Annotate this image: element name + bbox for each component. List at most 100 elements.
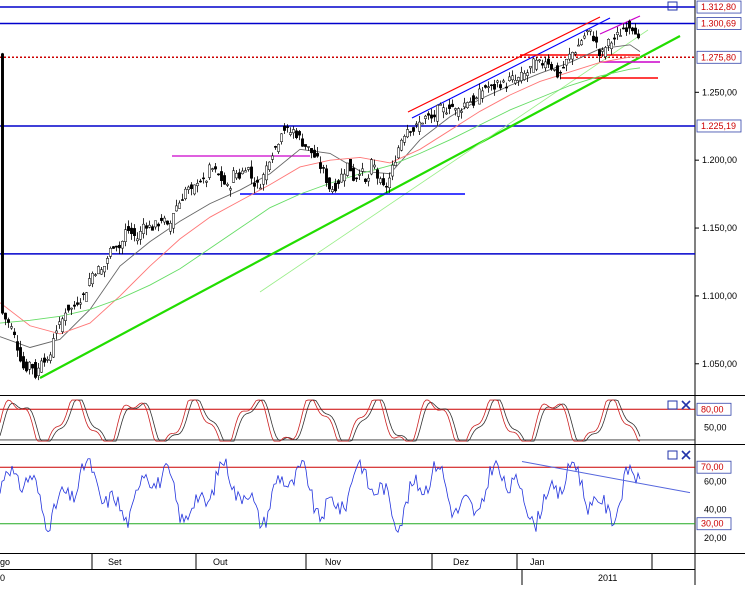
candle-body xyxy=(592,35,595,42)
candle-body xyxy=(475,97,478,100)
candle-body xyxy=(118,244,121,249)
candle-body xyxy=(520,72,523,81)
candle xyxy=(349,159,352,172)
candle-body xyxy=(373,164,376,168)
candle-body xyxy=(376,169,379,179)
candle-body xyxy=(16,341,19,351)
candle-body xyxy=(433,114,436,118)
candle-body xyxy=(79,302,82,305)
candle xyxy=(1,52,4,315)
candle-body xyxy=(352,167,355,181)
candle-body xyxy=(187,186,190,190)
candle-body xyxy=(100,269,103,275)
candle-body xyxy=(115,245,118,248)
year-label-left: 0 xyxy=(0,573,5,583)
rsi-tick-label: 20,00 xyxy=(704,533,727,543)
rsi-tick-label: 40,00 xyxy=(704,505,727,515)
panel-close-icon[interactable] xyxy=(681,400,691,410)
panel-maximize-icon[interactable] xyxy=(667,450,678,460)
candle-body xyxy=(235,172,238,179)
candle-body xyxy=(304,144,307,147)
candle-body xyxy=(178,202,181,209)
candle xyxy=(370,158,373,176)
candle-body xyxy=(148,224,151,228)
month-label: Set xyxy=(108,557,122,567)
candle-body xyxy=(70,307,73,310)
candle xyxy=(112,245,115,249)
month-label: Nov xyxy=(325,557,342,567)
rsi-level-label: 70,00 xyxy=(701,462,724,472)
candle-body xyxy=(484,85,487,88)
panel-maximize-icon[interactable] xyxy=(667,400,678,410)
candle-body xyxy=(67,304,70,311)
candle-body xyxy=(7,319,10,323)
price-level-label: 1.275,80 xyxy=(701,52,736,62)
rsi-level-label: 30,00 xyxy=(701,519,724,529)
price-tick-label: 1.200,00 xyxy=(702,155,737,165)
candle-body xyxy=(124,229,127,242)
candle-body xyxy=(22,356,25,369)
candle-body xyxy=(190,184,193,190)
rsi-panel-controls xyxy=(667,450,691,460)
candle-body xyxy=(583,35,586,39)
panel-close-icon[interactable] xyxy=(681,450,691,460)
candle-body xyxy=(40,360,43,373)
candle-body xyxy=(283,125,286,131)
candle-body xyxy=(154,220,157,228)
candle-body xyxy=(184,188,187,200)
candle-body xyxy=(622,27,625,30)
candle-body xyxy=(142,223,145,234)
candle-body xyxy=(295,130,298,138)
candle-body xyxy=(106,258,109,264)
candle-body xyxy=(10,326,13,329)
candle-body xyxy=(223,175,226,185)
candle-body xyxy=(559,71,562,74)
candle-body xyxy=(547,58,550,65)
candle-body xyxy=(202,177,205,180)
candle-body xyxy=(478,88,481,105)
candle-body xyxy=(1,53,4,314)
candle-body xyxy=(397,147,400,159)
candle-body xyxy=(451,103,454,107)
candle-body xyxy=(526,72,529,76)
candle-body xyxy=(571,52,574,60)
price-tick-label: 1.150,00 xyxy=(702,223,737,233)
candle-body xyxy=(511,75,514,81)
candle-body xyxy=(307,146,310,148)
candle-body xyxy=(259,187,262,190)
candle-body xyxy=(481,90,484,99)
candle-body xyxy=(61,318,64,332)
candle-body xyxy=(292,129,295,134)
candle-body xyxy=(241,170,244,175)
candle-body xyxy=(565,58,568,66)
candle-body xyxy=(361,168,364,172)
candle-body xyxy=(535,59,538,70)
candle-body xyxy=(181,199,184,201)
candle-body xyxy=(49,354,52,361)
candle-body xyxy=(415,123,418,126)
candle xyxy=(34,359,37,380)
candle-body xyxy=(589,29,592,32)
candle-body xyxy=(604,47,607,58)
candle-body xyxy=(31,364,34,369)
candle-body xyxy=(133,228,136,236)
candle xyxy=(208,162,211,180)
candle-body xyxy=(313,149,316,158)
candle-body xyxy=(601,49,604,52)
price-level-label: 1.225,19 xyxy=(701,121,736,131)
candle-body xyxy=(460,110,463,113)
candle-body xyxy=(334,182,337,192)
candle-body xyxy=(403,136,406,143)
rsi-trendline xyxy=(521,461,691,494)
candle-body xyxy=(514,80,517,84)
candle-body xyxy=(73,304,76,307)
candle-body xyxy=(271,155,274,160)
price-tick-label: 1.100,00 xyxy=(702,291,737,301)
month-label: Out xyxy=(213,557,228,567)
candle-body xyxy=(355,177,358,180)
candle-body xyxy=(19,347,22,362)
candle-body xyxy=(286,126,289,128)
candle-body xyxy=(427,113,430,116)
candle-body xyxy=(211,168,214,170)
candle-body xyxy=(343,173,346,182)
